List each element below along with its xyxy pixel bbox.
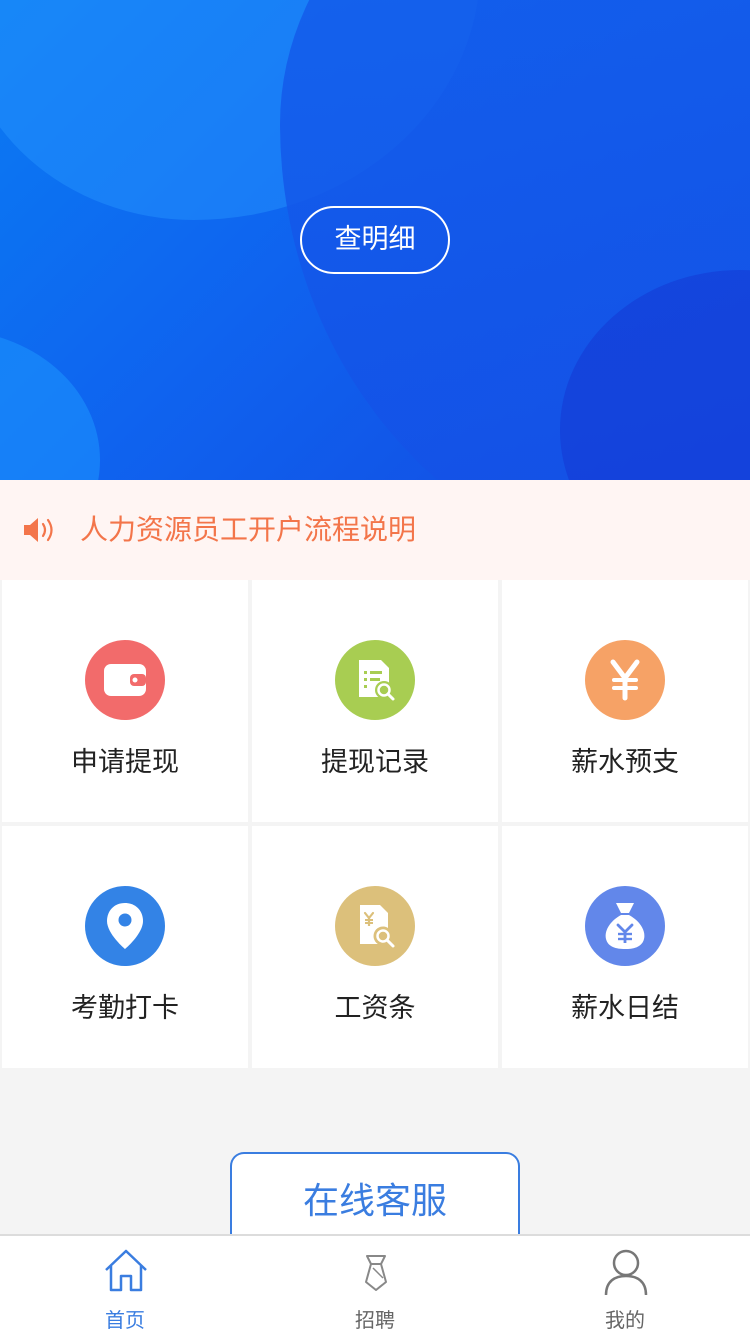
- yen-icon: [585, 640, 665, 720]
- grid-item-label: 工资条: [334, 993, 416, 1024]
- wallet-icon: [85, 640, 165, 720]
- user-icon: [604, 1249, 648, 1296]
- tie-icon: [365, 1255, 387, 1291]
- document-search-icon: [335, 640, 415, 720]
- tab-home[interactable]: 首页: [0, 1236, 250, 1334]
- salary-slip-icon: [335, 886, 415, 966]
- notice-bar[interactable]: 人力资源员工开户流程说明: [0, 480, 750, 580]
- banner-decoration: [0, 330, 100, 480]
- grid-item-salary-advance[interactable]: 薪水预支: [502, 580, 748, 822]
- grid-item-payslip[interactable]: 工资条: [252, 826, 498, 1068]
- grid-item-attendance[interactable]: 考勤打卡: [2, 826, 248, 1068]
- grid-item-daily-salary[interactable]: 薪水日结: [502, 826, 748, 1068]
- home-page: 查明细 人力资源员工开户流程说明 申请提现 提现记录 薪水预支 考勤打卡 工资条…: [0, 0, 750, 1334]
- grid-item-label: 申请提现: [71, 747, 179, 778]
- location-pin-icon: [85, 886, 165, 966]
- tab-mine[interactable]: 我的: [500, 1236, 750, 1334]
- grid-item-withdraw-apply[interactable]: 申请提现: [2, 580, 248, 822]
- tab-label: 招聘: [355, 1308, 395, 1332]
- grid-item-withdraw-records[interactable]: 提现记录: [252, 580, 498, 822]
- feature-grid: 申请提现 提现记录 薪水预支 考勤打卡 工资条 薪水日结: [0, 580, 750, 1070]
- tab-label: 首页: [105, 1308, 145, 1332]
- home-icon: [105, 1249, 147, 1292]
- grid-item-label: 提现记录: [321, 747, 429, 778]
- tab-label: 我的: [605, 1308, 645, 1332]
- money-bag-icon: [585, 886, 665, 966]
- notice-text[interactable]: 人力资源员工开户流程说明: [80, 480, 416, 580]
- view-details-button[interactable]: 查明细: [300, 206, 450, 274]
- tab-recruitment[interactable]: 招聘: [250, 1236, 500, 1334]
- grid-item-label: 薪水日结: [571, 993, 679, 1024]
- banner: 查明细: [0, 0, 750, 480]
- tab-bar: 首页 招聘 我的: [0, 1234, 750, 1334]
- speaker-icon: [24, 518, 53, 542]
- grid-item-label: 薪水预支: [571, 747, 679, 778]
- grid-item-label: 考勤打卡: [71, 993, 179, 1024]
